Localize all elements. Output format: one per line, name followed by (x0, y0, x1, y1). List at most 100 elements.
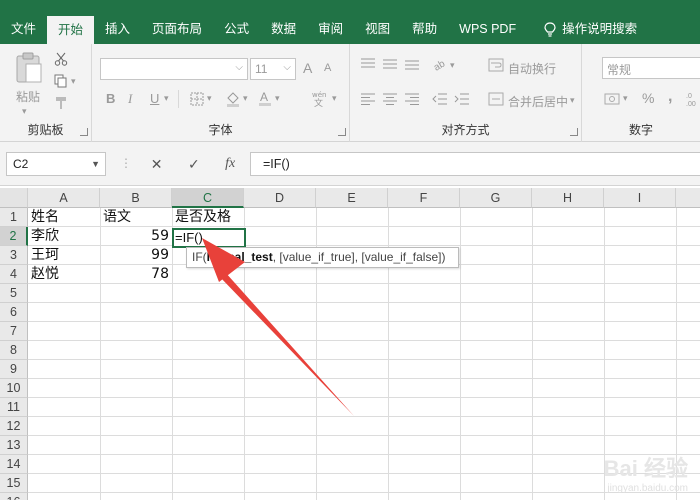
row-header-3[interactable]: 3 (0, 246, 28, 265)
tab-help[interactable]: 帮助 (401, 14, 448, 44)
grow-font-icon[interactable]: A (303, 60, 312, 76)
borders-dropdown-icon[interactable]: ▾ (207, 93, 212, 104)
cancel-entry-button[interactable]: ✕ (151, 156, 163, 173)
increase-indent-icon[interactable] (454, 92, 470, 106)
column-header-a[interactable]: A (28, 188, 100, 208)
row-header-12[interactable]: 12 (0, 417, 28, 436)
align-center-icon[interactable] (382, 92, 398, 106)
cell-a1[interactable]: 姓名 (31, 208, 99, 227)
tab-file[interactable]: 文件 (0, 14, 47, 44)
borders-icon[interactable] (190, 92, 204, 106)
insert-function-button[interactable]: fx (225, 156, 235, 172)
font-name-select[interactable]: ⌵ (100, 58, 248, 80)
cell-b4[interactable]: 78 (100, 265, 172, 284)
merge-dropdown-icon[interactable]: ▾ (570, 95, 575, 106)
percent-style-button[interactable]: % (642, 90, 654, 106)
confirm-entry-button[interactable]: ✓ (188, 156, 200, 173)
wrap-text-button[interactable]: 自动换行 (508, 60, 556, 77)
alignment-launcher-icon[interactable] (570, 128, 578, 136)
worksheet-grid[interactable]: A B C D E F G H I 1 2 3 4 5 6 7 8 9 10 1… (0, 188, 700, 500)
orientation-dropdown-icon[interactable]: ▾ (450, 60, 455, 71)
wrap-text-icon[interactable] (488, 58, 504, 72)
tab-insert[interactable]: 插入 (94, 14, 141, 44)
tab-home[interactable]: 开始 (47, 16, 95, 44)
clipboard-launcher-icon[interactable] (80, 128, 88, 136)
merge-center-button[interactable]: 合并后居中 (508, 93, 568, 110)
row-header-2[interactable]: 2 (0, 227, 28, 246)
row-header-5[interactable]: 5 (0, 284, 28, 303)
cell-b3[interactable]: 99 (100, 246, 172, 265)
increase-decimal-icon[interactable]: .0.00 (686, 91, 700, 107)
row-header-11[interactable]: 11 (0, 398, 28, 417)
column-header-d[interactable]: D (244, 188, 316, 208)
tab-review[interactable]: 审阅 (307, 14, 354, 44)
tell-me-search[interactable]: 操作说明搜索 (533, 14, 648, 44)
row-header-16[interactable]: 16 (0, 493, 28, 500)
accounting-format-icon[interactable] (604, 91, 620, 107)
copy-icon[interactable] (54, 74, 68, 88)
tab-wps-pdf[interactable]: WPS PDF (448, 14, 527, 44)
row-header-9[interactable]: 9 (0, 360, 28, 379)
copy-dropdown-icon[interactable]: ▾ (71, 76, 76, 87)
merge-center-icon[interactable] (488, 92, 504, 106)
comma-style-button[interactable]: , (668, 88, 672, 106)
row-header-14[interactable]: 14 (0, 455, 28, 474)
tab-data[interactable]: 数据 (260, 14, 307, 44)
column-header-h[interactable]: H (532, 188, 604, 208)
column-header-i[interactable]: I (604, 188, 676, 208)
tab-formulas[interactable]: 公式 (213, 14, 260, 44)
cell-b2[interactable]: 59 (100, 227, 172, 246)
cell-c1[interactable]: 是否及格 (175, 208, 255, 227)
cell-b1[interactable]: 语文 (103, 208, 171, 227)
align-top-icon[interactable] (360, 58, 376, 70)
tab-page-layout[interactable]: 页面布局 (141, 14, 213, 44)
select-all-corner[interactable] (0, 188, 28, 208)
paste-label[interactable]: 粘贴 (16, 88, 40, 105)
name-box[interactable]: C2 ▼ (6, 152, 106, 176)
column-header-b[interactable]: B (100, 188, 172, 208)
orientation-icon[interactable]: ab (432, 56, 448, 72)
row-header-6[interactable]: 6 (0, 303, 28, 322)
underline-dropdown-icon[interactable]: ▾ (164, 93, 169, 104)
italic-button[interactable]: I (128, 91, 132, 107)
cell-a3[interactable]: 王珂 (31, 246, 99, 265)
cell-a4[interactable]: 赵悦 (31, 265, 99, 284)
align-right-icon[interactable] (404, 92, 420, 106)
formula-input[interactable]: =IF() (250, 152, 700, 176)
accounting-dropdown-icon[interactable]: ▾ (623, 93, 628, 104)
fill-color-icon[interactable] (226, 91, 240, 107)
phonetic-icon[interactable]: wén文 (311, 89, 329, 107)
function-argument-tooltip[interactable]: IF(logical_test, [value_if_true], [value… (186, 247, 459, 268)
align-middle-icon[interactable] (382, 58, 398, 70)
column-header-f[interactable]: F (388, 188, 460, 208)
column-header-g[interactable]: G (460, 188, 532, 208)
row-header-1[interactable]: 1 (0, 208, 28, 227)
tab-view[interactable]: 视图 (354, 14, 401, 44)
row-header-13[interactable]: 13 (0, 436, 28, 455)
paste-icon[interactable] (14, 52, 44, 84)
row-header-8[interactable]: 8 (0, 341, 28, 360)
font-launcher-icon[interactable] (338, 128, 346, 136)
shrink-font-icon[interactable]: A (324, 62, 331, 74)
tooltip-current-argument[interactable]: logical_test (207, 250, 273, 264)
active-cell-c2[interactable]: =IF() (172, 228, 246, 248)
font-color-icon[interactable]: A (258, 90, 272, 107)
format-painter-icon[interactable] (54, 96, 68, 110)
underline-button[interactable]: U (150, 91, 159, 106)
fill-color-dropdown-icon[interactable]: ▾ (243, 93, 248, 104)
cell-a2[interactable]: 李欣 (31, 227, 99, 246)
align-left-icon[interactable] (360, 92, 376, 106)
font-color-dropdown-icon[interactable]: ▾ (275, 93, 280, 104)
column-header-c[interactable]: C (172, 188, 244, 208)
row-header-10[interactable]: 10 (0, 379, 28, 398)
phonetic-dropdown-icon[interactable]: ▾ (332, 93, 337, 104)
row-header-15[interactable]: 15 (0, 474, 28, 493)
number-format-select[interactable]: 常规 (602, 57, 700, 79)
column-header-e[interactable]: E (316, 188, 388, 208)
row-header-7[interactable]: 7 (0, 322, 28, 341)
font-size-select[interactable]: 11 ⌵ (250, 58, 296, 80)
row-header-4[interactable]: 4 (0, 265, 28, 284)
cut-icon[interactable] (54, 52, 68, 66)
align-bottom-icon[interactable] (404, 58, 420, 70)
paste-dropdown-icon[interactable]: ▾ (22, 106, 27, 117)
